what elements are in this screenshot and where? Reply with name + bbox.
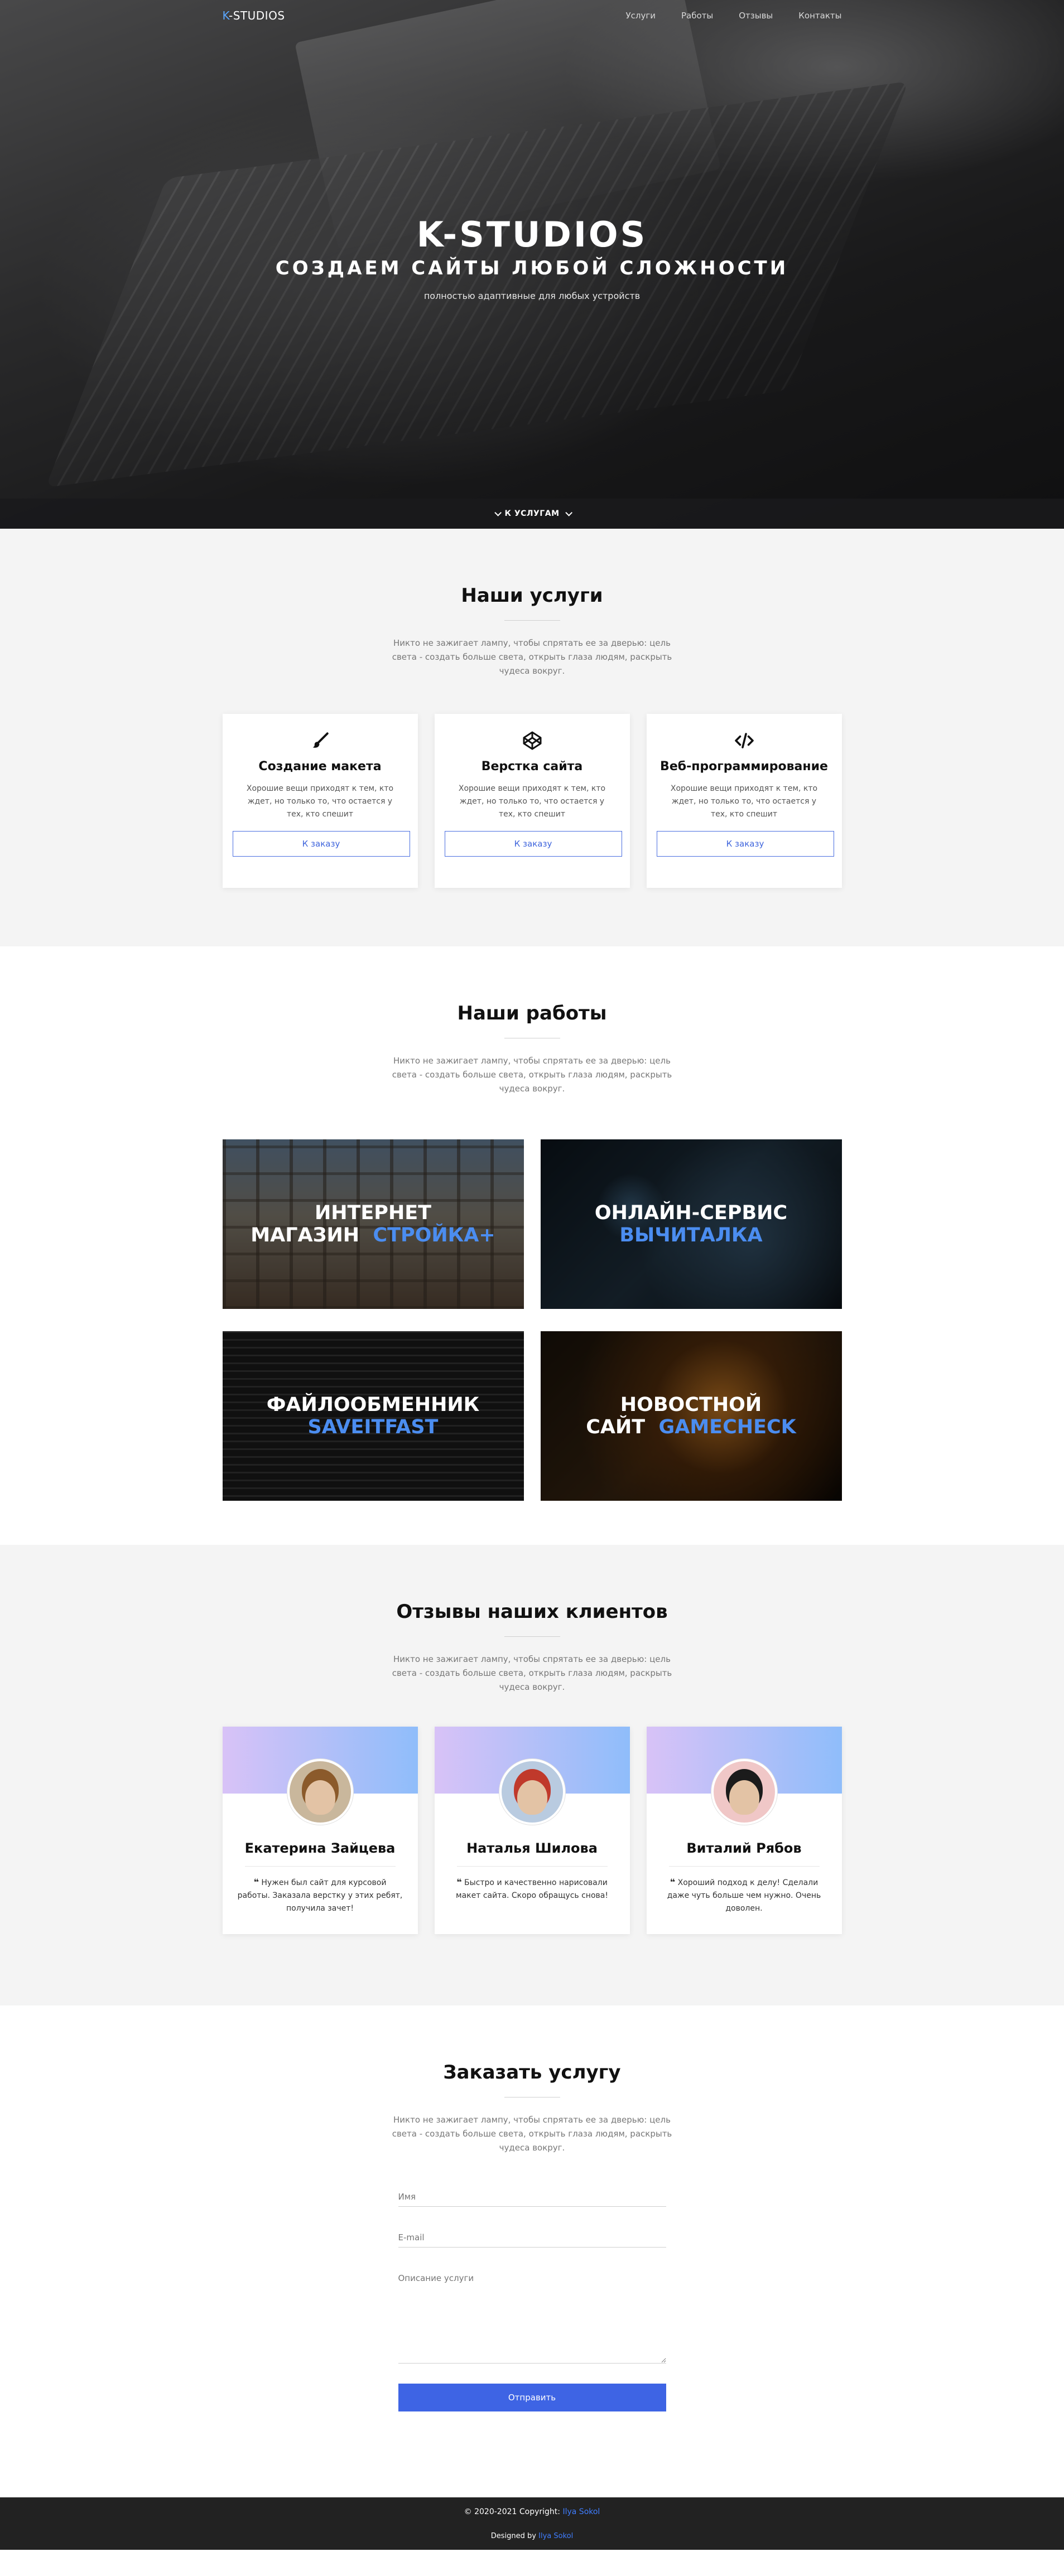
quote-icon: ❝ [456,1877,462,1887]
service-card-text: Хорошие вещи приходят к тем, кто ждет, н… [246,784,394,819]
order-form: Отправить [398,2187,666,2411]
order-button[interactable]: К заказу [656,831,834,857]
avatar [499,1759,565,1825]
review-card: Екатерина Зайцева ❝ Нужен был сайт для к… [222,1727,418,1934]
work-tile-saveitfast[interactable]: Файлообменник SaveItFast [222,1331,524,1501]
work-tile-stroyka[interactable]: Интернет магазин Стройка+ [222,1139,524,1309]
nav-link-reviews[interactable]: Отзывы [739,11,773,21]
quote-icon: ❝ [670,1877,676,1887]
review-card: Виталий Рябов ❝ Хороший подход к делу! С… [646,1727,842,1934]
service-card-title: Веб-программирование [660,760,828,774]
reviewer-name: Виталий Рябов [686,1840,802,1856]
designer-link[interactable]: Ilya Sokol [538,2532,573,2540]
nav-link-works[interactable]: Работы [681,11,713,21]
works-description: Никто не зажигает лампу, чтобы спрятать … [392,1056,672,1094]
copyright-text: © 2020-2021 Copyright: [464,2507,563,2516]
service-card: Создание макета Хорошие вещи приходят к … [222,714,418,888]
review-text: Быстро и качественно нарисовали макет са… [456,1878,608,1900]
code-icon [734,733,754,748]
brush-icon [312,732,329,748]
service-card-text: Хорошие вещи приходят к тем, кто ждет, н… [458,784,606,819]
reviewer-name: Наталья Шилова [466,1840,598,1856]
nav-link-services[interactable]: Услуги [625,11,655,21]
site-logo[interactable]: K-STUDIOS [223,9,285,22]
reviews-section: Отзывы наших клиентов Никто не зажигает … [0,1545,1064,2005]
service-card: Веб-программирование Хорошие вещи приход… [646,714,842,888]
reviewer-name: Екатерина Зайцева [244,1840,396,1856]
chevron-down-icon [494,509,502,516]
order-title: Заказать услугу [443,2061,621,2084]
hero-subtitle: Создаем сайты любой сложности [275,257,789,280]
services-title: Наши услуги [461,584,603,607]
reviews-description: Никто не зажигает лампу, чтобы спрятать … [392,1654,672,1692]
hero-title: K-STUDIOS [416,214,648,255]
chevron-down-icon [565,509,572,516]
submit-button[interactable]: Отправить [398,2384,666,2411]
service-card-title: Верстка сайта [481,760,583,774]
service-card-text: Хорошие вещи приходят к тем, кто ждет, н… [670,784,818,819]
codepen-icon [523,731,541,750]
designed-by-text: Designed by [490,2532,539,2540]
hero-bottom-bar: К УСЛУГАМ [0,499,1064,529]
review-card: Наталья Шилова ❝ Быстро и качественно на… [434,1727,630,1934]
divider [504,1636,560,1637]
hero-section: K-STUDIOS Услуги Работы Отзывы Контакты … [0,0,1064,529]
hero-description: полностью адаптивные для любых устройств [423,291,641,302]
review-text: Хороший подход к делу! Сделали даже чуть… [667,1878,821,1913]
work-tile-gamecheck[interactable]: Новостной сайт GameCheck [540,1331,842,1501]
footer: © 2020-2021 Copyright: Ilya Sokol Design… [0,2497,1064,2550]
avatar [287,1759,353,1825]
services-section: Наши услуги Никто не зажигает лампу, что… [0,529,1064,946]
nav-link-contacts[interactable]: Контакты [798,11,841,21]
work-tile-vychitalka[interactable]: Онлайн-сервис Вычиталка [540,1139,842,1309]
navbar: K-STUDIOS Услуги Работы Отзывы Контакты [0,0,1064,31]
review-text: Нужен был сайт для курсовой работы. Зака… [237,1878,403,1913]
works-section: Наши работы Никто не зажигает лампу, что… [0,946,1064,1545]
scroll-to-services-button[interactable]: К УСЛУГАМ [494,509,572,518]
quote-icon: ❝ [253,1877,259,1887]
order-section: Заказать услугу Никто не зажигает лампу,… [0,2005,1064,2497]
service-card-title: Создание макета [258,760,382,774]
services-description: Никто не зажигает лампу, чтобы спрятать … [392,638,672,676]
order-button[interactable]: К заказу [444,831,622,857]
copyright-author-link[interactable]: Ilya Sokol [562,2507,600,2516]
reviews-title: Отзывы наших клиентов [396,1601,668,1623]
nav-links: Услуги Работы Отзывы Контакты [625,11,841,21]
service-description-textarea[interactable] [398,2269,666,2364]
avatar [711,1759,777,1825]
divider [504,620,560,621]
works-title: Наши работы [457,1002,607,1024]
order-button[interactable]: К заказу [232,831,410,857]
service-card: Верстка сайта Хорошие вещи приходят к те… [434,714,630,888]
email-input[interactable] [398,2228,666,2248]
order-description: Никто не зажигает лампу, чтобы спрятать … [392,2115,672,2153]
name-input[interactable] [398,2187,666,2207]
